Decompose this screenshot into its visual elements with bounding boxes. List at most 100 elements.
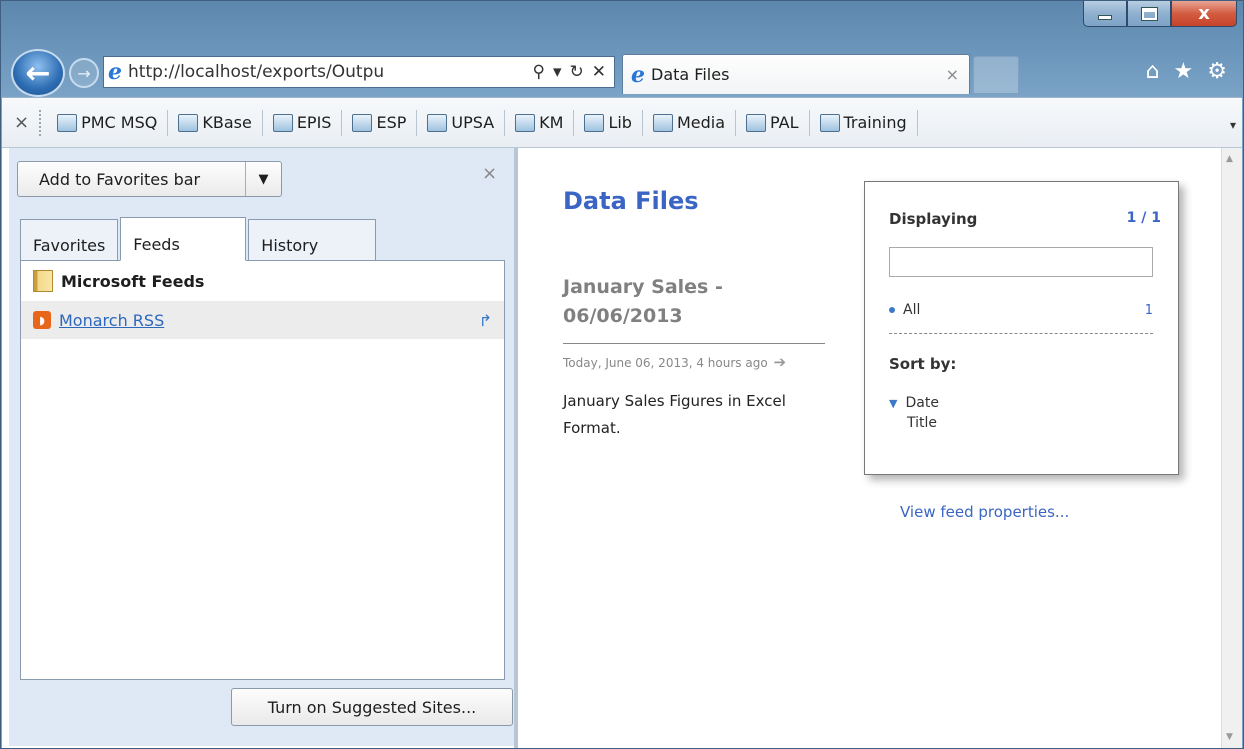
separator bbox=[261, 109, 263, 136]
separator bbox=[641, 109, 643, 136]
main-area: Add to Favorites bar ▼ × Favorites Feeds… bbox=[2, 148, 1242, 748]
browser-window: x ← → e http://localhost/exports/Outpu ⚲… bbox=[0, 0, 1244, 749]
forward-arrow-icon: → bbox=[77, 63, 91, 83]
favorites-bar: × PMC MSQ KBase EPIS ESP UPSA KM Lib Med… bbox=[2, 97, 1242, 148]
separator bbox=[416, 109, 418, 136]
page-icon bbox=[584, 113, 605, 132]
separator bbox=[735, 109, 737, 136]
chevron-down-icon[interactable]: ▾ bbox=[1230, 118, 1236, 132]
feed-item-title[interactable]: January Sales - 06/06/2013 bbox=[563, 273, 833, 331]
view-feed-properties-link[interactable]: View feed properties... bbox=[900, 503, 1069, 521]
sort-by-label: Sort by: bbox=[889, 355, 957, 373]
feed-link[interactable]: Monarch RSS bbox=[59, 311, 479, 330]
tab-favorites[interactable]: Favorites bbox=[20, 219, 119, 261]
page-icon bbox=[178, 113, 199, 132]
sort-date-label: Date bbox=[905, 395, 939, 411]
fav-label: Lib bbox=[608, 113, 632, 132]
tab-title: Data Files bbox=[651, 65, 730, 84]
filter-all[interactable]: All 1 bbox=[889, 302, 1153, 318]
fav-label: PAL bbox=[770, 113, 799, 132]
turn-on-suggested-sites-button[interactable]: Turn on Suggested Sites... bbox=[231, 688, 513, 726]
forward-button[interactable]: → bbox=[69, 58, 99, 88]
ie-tab-icon: e bbox=[631, 61, 645, 88]
feed-list: Microsoft Feeds ◗ Monarch RSS ↱ bbox=[20, 260, 505, 680]
fav-item-pal[interactable]: PAL bbox=[740, 108, 804, 138]
address-url[interactable]: http://localhost/exports/Outpu bbox=[128, 62, 533, 82]
separator bbox=[916, 109, 918, 136]
chevron-down-icon[interactable]: ▼ bbox=[245, 162, 281, 196]
fav-item-esp[interactable]: ESP bbox=[346, 108, 412, 138]
scroll-down-icon[interactable]: ▼ bbox=[1226, 732, 1233, 742]
add-to-favorites-bar-button[interactable]: Add to Favorites bar ▼ bbox=[17, 161, 282, 197]
close-window-button[interactable]: x bbox=[1171, 1, 1237, 27]
search-icon[interactable]: ⚲ bbox=[533, 62, 545, 82]
tab-data-files[interactable]: e Data Files × bbox=[622, 54, 970, 94]
feed-content: Data Files January Sales - 06/06/2013 To… bbox=[518, 148, 1221, 748]
filter-all-label: All bbox=[903, 302, 921, 318]
fav-label: UPSA bbox=[451, 113, 495, 132]
toolbar-icons: ⌂ ★ ⚙ bbox=[1146, 59, 1227, 84]
divider bbox=[563, 343, 825, 344]
sort-descending-icon: ▼ bbox=[889, 396, 898, 410]
sort-by-title[interactable]: Title bbox=[907, 415, 937, 431]
tab-close-icon[interactable]: × bbox=[946, 65, 969, 84]
feed-item-date-text: Today, June 06, 2013, 4 hours ago bbox=[563, 356, 768, 370]
filter-search-input[interactable] bbox=[889, 247, 1153, 277]
separator bbox=[341, 109, 343, 136]
fav-item-pmc-msq[interactable]: PMC MSQ bbox=[51, 108, 163, 138]
fav-item-km[interactable]: KM bbox=[509, 108, 569, 138]
feed-item-description: January Sales Figures in Excel Format. bbox=[563, 392, 786, 437]
fav-item-epis[interactable]: EPIS bbox=[267, 108, 338, 138]
fav-item-lib[interactable]: Lib bbox=[578, 108, 638, 138]
ie-page-icon: e bbox=[108, 59, 122, 85]
minimize-button[interactable] bbox=[1083, 1, 1127, 27]
refresh-feed-icon[interactable]: ↱ bbox=[479, 311, 492, 330]
fav-label: EPIS bbox=[296, 113, 332, 132]
vertical-scrollbar[interactable]: ▲ ▼ bbox=[1221, 148, 1242, 748]
filter-all-count: 1 bbox=[1144, 302, 1153, 318]
caption-buttons: x bbox=[1083, 1, 1237, 27]
fav-item-kbase[interactable]: KBase bbox=[172, 108, 257, 138]
new-tab-button[interactable] bbox=[973, 56, 1019, 94]
arrow-right-icon[interactable]: ➔ bbox=[774, 353, 787, 371]
fav-item-media[interactable]: Media bbox=[647, 108, 731, 138]
folder-label: Microsoft Feeds bbox=[61, 271, 205, 291]
separator bbox=[573, 109, 575, 136]
tab-history[interactable]: History bbox=[248, 219, 377, 261]
divider bbox=[889, 333, 1153, 334]
back-arrow-icon: ← bbox=[25, 55, 51, 91]
fav-label: KM bbox=[539, 113, 564, 132]
page-icon bbox=[652, 113, 673, 132]
sort-by-date[interactable]: ▼ Date bbox=[889, 395, 939, 411]
bullet-icon bbox=[889, 307, 895, 313]
page-icon bbox=[515, 113, 536, 132]
separator bbox=[167, 109, 169, 136]
rss-icon: ◗ bbox=[33, 311, 51, 329]
folder-icon bbox=[33, 270, 53, 292]
favorites-center-pane: Add to Favorites bar ▼ × Favorites Feeds… bbox=[9, 148, 514, 746]
filter-box: Displaying 1 / 1 All 1 Sort by: ▼ Date T… bbox=[864, 181, 1179, 475]
page-icon bbox=[819, 113, 840, 132]
toolbar-grip[interactable] bbox=[39, 109, 42, 136]
scroll-up-icon[interactable]: ▲ bbox=[1226, 154, 1233, 164]
pane-tabs: Favorites Feeds History bbox=[20, 217, 378, 261]
refresh-icon[interactable]: ↻ bbox=[570, 62, 584, 82]
maximize-button[interactable] bbox=[1127, 1, 1171, 27]
displaying-label: Displaying bbox=[889, 210, 978, 228]
dropdown-arrow-icon[interactable]: ▾ bbox=[553, 62, 562, 82]
favorites-star-icon[interactable]: ★ bbox=[1174, 59, 1194, 84]
tab-feeds[interactable]: Feeds bbox=[120, 217, 247, 261]
feed-folder-microsoft-feeds[interactable]: Microsoft Feeds bbox=[21, 261, 504, 301]
home-icon[interactable]: ⌂ bbox=[1146, 59, 1160, 84]
gear-icon[interactable]: ⚙ bbox=[1207, 59, 1227, 84]
page-icon bbox=[57, 113, 78, 132]
address-bar[interactable]: e http://localhost/exports/Outpu ⚲ ▾ ↻ ✕ bbox=[103, 56, 615, 88]
separator bbox=[504, 109, 506, 136]
pane-close-icon[interactable]: × bbox=[482, 163, 497, 184]
back-button[interactable]: ← bbox=[11, 49, 65, 97]
favorites-bar-close-icon[interactable]: × bbox=[14, 112, 29, 133]
fav-item-training[interactable]: Training bbox=[814, 108, 913, 138]
stop-icon[interactable]: ✕ bbox=[592, 62, 606, 82]
feed-item-monarch-rss[interactable]: ◗ Monarch RSS ↱ bbox=[21, 301, 504, 339]
fav-item-upsa[interactable]: UPSA bbox=[421, 108, 500, 138]
